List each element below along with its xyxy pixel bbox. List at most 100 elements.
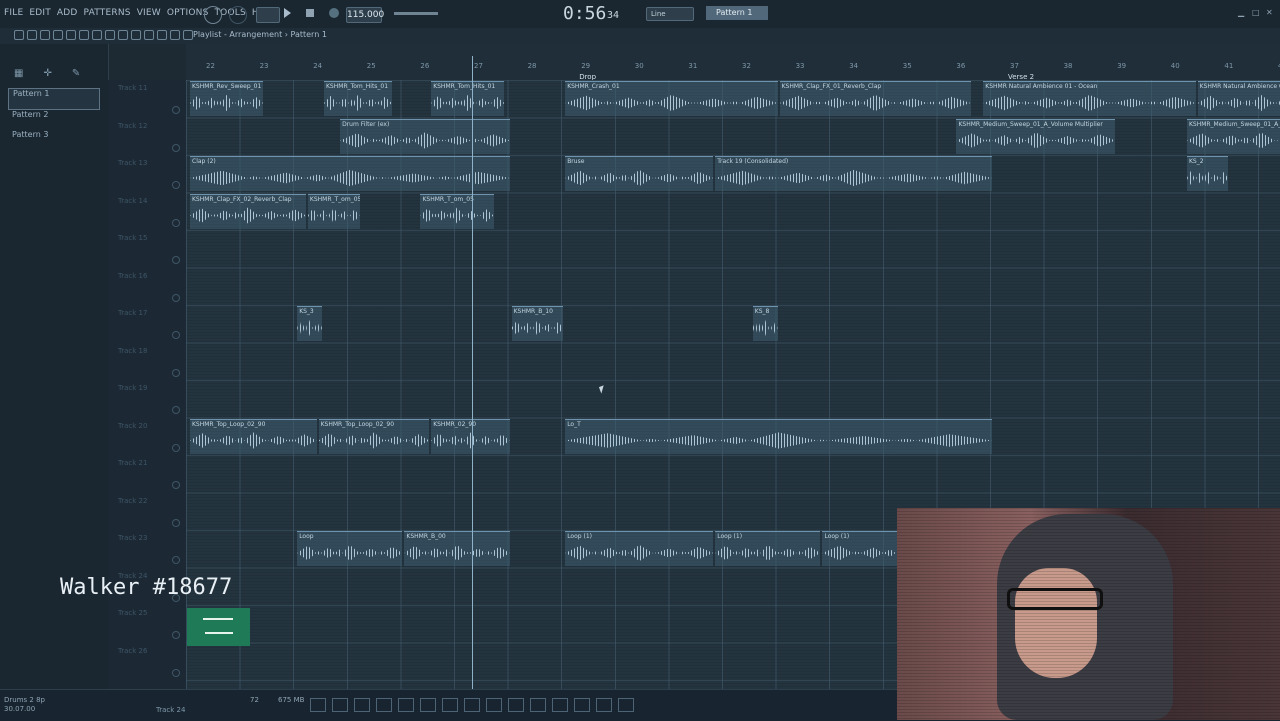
- track-header[interactable]: Track 25: [112, 605, 184, 641]
- playback-tool-icon[interactable]: [508, 698, 524, 712]
- audio-clip[interactable]: KSHMR_Tom_Hits_01: [324, 81, 392, 116]
- menu-view[interactable]: VIEW: [137, 8, 161, 18]
- record-button[interactable]: [329, 8, 339, 18]
- loop-icon[interactable]: [183, 30, 193, 40]
- audio-clip[interactable]: KSHMR_Clap_FX_01_Reverb_Clap: [779, 81, 971, 116]
- audio-clip[interactable]: KS_8: [752, 306, 778, 341]
- playlist-shortcut-icon[interactable]: [310, 698, 326, 712]
- mute-icon[interactable]: [66, 30, 76, 40]
- track-header[interactable]: Track 17: [112, 305, 184, 341]
- audio-clip[interactable]: KSHMR_Top_Loop_02_90: [318, 418, 430, 454]
- audio-clip[interactable]: KSHMR_B_00: [404, 531, 510, 566]
- zoom-tool-icon[interactable]: [486, 698, 502, 712]
- tune-icon[interactable]: [170, 30, 180, 40]
- audio-clip[interactable]: Lo_T: [565, 418, 992, 454]
- track-mute-icon[interactable]: [172, 106, 180, 114]
- track-mute-icon[interactable]: [172, 143, 180, 152]
- master-volume-slider[interactable]: [394, 12, 438, 15]
- track-mute-icon[interactable]: [172, 556, 180, 564]
- piano-roll-icon[interactable]: [574, 698, 590, 712]
- play-icon[interactable]: [131, 30, 141, 40]
- track-mute-icon[interactable]: [172, 218, 180, 227]
- audio-clip[interactable]: KSHMR_B_10: [511, 306, 564, 341]
- track-header[interactable]: Track 20: [112, 418, 184, 454]
- audio-clip[interactable]: KSHMR_Clap_FX_02_Reverb_Clap: [190, 193, 306, 229]
- track-header[interactable]: Track 22: [112, 493, 184, 529]
- split-icon[interactable]: [144, 30, 154, 40]
- track-mute-icon[interactable]: [172, 331, 180, 339]
- menu-patterns[interactable]: PATTERNS: [84, 8, 131, 18]
- pattern-item[interactable]: Pattern 2: [8, 110, 100, 130]
- zoom-icon[interactable]: [118, 30, 128, 40]
- maximize-icon[interactable]: □: [1252, 8, 1260, 17]
- select-icon[interactable]: [105, 30, 115, 40]
- pencil-tool-icon[interactable]: [354, 698, 370, 712]
- ring-icon[interactable]: [204, 6, 222, 24]
- pencil-icon[interactable]: ✎: [72, 68, 80, 79]
- timeline-ruler[interactable]: 22 23 24 25 26 27 28 29 30 31 32 33 34 35 36 37 38 39 40 41…: [186, 44, 1280, 81]
- delete-icon[interactable]: [53, 30, 63, 40]
- audio-clip[interactable]: Drum Filter (ex): [340, 118, 510, 154]
- track-header[interactable]: Track 15: [112, 230, 184, 266]
- pattern-item[interactable]: Pattern 3: [8, 130, 100, 150]
- pattern-song-toggle[interactable]: [256, 7, 280, 23]
- track-header[interactable]: Track 11: [112, 80, 184, 116]
- audio-clip[interactable]: KSHMR_Rev_Sweep_01: [190, 81, 264, 116]
- close-icon[interactable]: ✕: [1266, 8, 1273, 17]
- track-header[interactable]: Track 16: [112, 268, 184, 304]
- audio-clip[interactable]: KSHMR_Tom_Hits_01: [431, 81, 505, 116]
- track-mute-icon[interactable]: [172, 443, 180, 452]
- audio-clip[interactable]: Clap (2): [190, 156, 510, 191]
- brush-icon[interactable]: [40, 30, 50, 40]
- audio-clip[interactable]: KSHMR_T_om_05: [420, 193, 494, 229]
- track-header[interactable]: Track 18: [112, 343, 184, 379]
- audio-clip[interactable]: Loop (1): [715, 531, 821, 566]
- track-header[interactable]: Track 14: [112, 193, 184, 229]
- menu-file[interactable]: FILE: [4, 8, 23, 18]
- stop-button[interactable]: [306, 9, 314, 17]
- pattern-selector[interactable]: Pattern 1: [706, 6, 768, 20]
- channel-rack-icon[interactable]: [552, 698, 568, 712]
- ring-icon-2[interactable]: [229, 6, 247, 24]
- track-mute-icon[interactable]: [172, 518, 180, 527]
- grid-icon[interactable]: ▦: [14, 68, 23, 79]
- delete-tool-icon[interactable]: [398, 698, 414, 712]
- track-header[interactable]: Track 12: [112, 118, 184, 154]
- slice-tool-icon[interactable]: [442, 698, 458, 712]
- track-header[interactable]: Track 21: [112, 455, 184, 491]
- track-mute-icon[interactable]: [172, 293, 180, 302]
- audio-clip[interactable]: KSHMR_02_90: [431, 418, 510, 454]
- speaker-icon[interactable]: [157, 30, 167, 40]
- track-mute-icon[interactable]: [172, 256, 180, 264]
- select-tool-icon[interactable]: [464, 698, 480, 712]
- pencil-icon[interactable]: [27, 30, 37, 40]
- snap-select[interactable]: Line: [646, 7, 694, 21]
- audio-clip[interactable]: KSHMR Natural Ambience 01 - Ocean: [1197, 81, 1280, 116]
- play-button[interactable]: [284, 8, 291, 18]
- minimize-icon[interactable]: ▁: [1238, 8, 1244, 17]
- track-header[interactable]: Track 26: [112, 643, 184, 679]
- menu-edit[interactable]: EDIT: [29, 8, 51, 18]
- audio-clip[interactable]: KSHMR Natural Ambience 01 - Ocean: [983, 81, 1196, 116]
- audio-clip[interactable]: KS_2: [1186, 156, 1228, 191]
- audio-clip[interactable]: KS_3: [297, 306, 322, 341]
- pattern-item[interactable]: Pattern 1: [8, 88, 100, 110]
- audio-clip[interactable]: Loop (1): [565, 531, 714, 566]
- menu-add[interactable]: ADD: [57, 8, 78, 18]
- track-header[interactable]: Track 23: [112, 530, 184, 566]
- audio-clip[interactable]: Track 19 (Consolidated): [715, 156, 992, 191]
- tempo-display[interactable]: 115.000: [346, 7, 384, 23]
- track-mute-icon[interactable]: [172, 181, 180, 189]
- plugin-icon[interactable]: [618, 698, 634, 712]
- magnet-icon[interactable]: [14, 30, 24, 40]
- track-mute-icon[interactable]: [172, 481, 180, 489]
- track-header[interactable]: Track 13: [112, 155, 184, 191]
- audio-clip[interactable]: KSHMR_Medium_Sweep_01_A_Volume Multiplie…: [956, 118, 1116, 154]
- slip-icon[interactable]: [79, 30, 89, 40]
- audio-clip[interactable]: Loop: [297, 531, 403, 566]
- track-mute-icon[interactable]: [172, 631, 180, 639]
- playhead[interactable]: [472, 56, 473, 689]
- slice-icon[interactable]: [92, 30, 102, 40]
- audio-clip[interactable]: KSHMR_Medium_Sweep_01_A_Volume Multiplie…: [1186, 118, 1280, 154]
- track-mute-icon[interactable]: [172, 368, 180, 377]
